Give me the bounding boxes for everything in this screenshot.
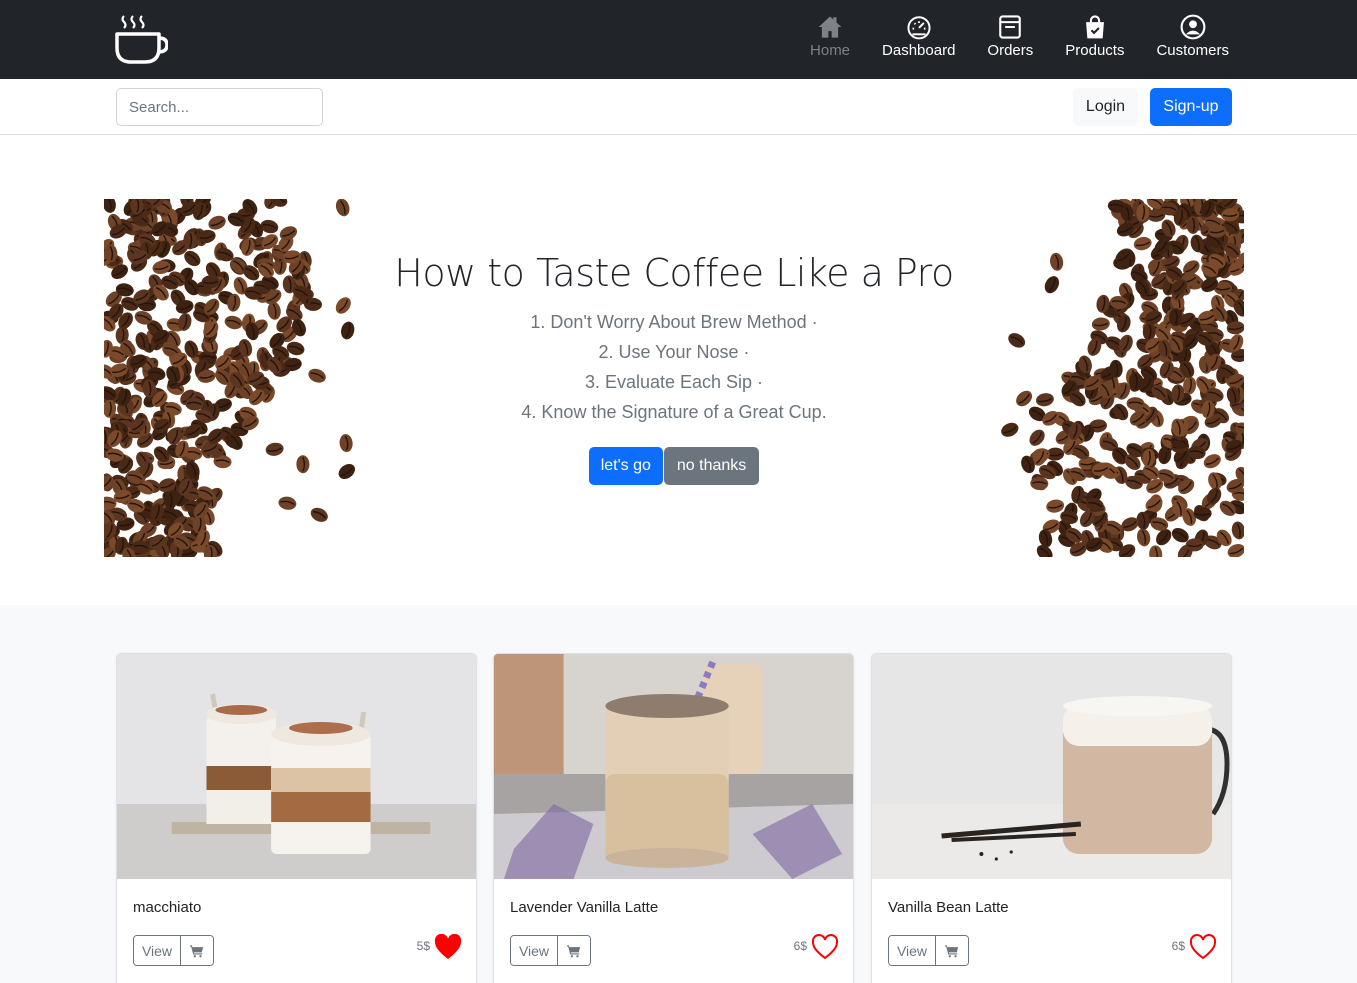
table-icon — [999, 15, 1022, 39]
add-to-cart-button[interactable] — [181, 936, 213, 965]
product-price: 6$ — [793, 939, 807, 953]
login-button[interactable]: Login — [1073, 88, 1138, 126]
nav-customers[interactable]: Customers — [1156, 14, 1229, 66]
product-card: macchiato View 5$ — [116, 653, 477, 983]
bag-check-icon — [1085, 15, 1104, 39]
product-name: Vanilla Bean Latte — [888, 899, 1009, 916]
heart-outline-icon[interactable] — [811, 934, 839, 960]
product-name: Lavender Vanilla Latte — [510, 899, 659, 916]
product-name: macchiato — [133, 899, 202, 916]
macchiato-image — [117, 654, 476, 879]
nav-customers-label: Customers — [1156, 42, 1229, 59]
cart-icon — [190, 944, 204, 957]
signup-button[interactable]: Sign-up — [1150, 88, 1232, 126]
product-actions: View — [888, 935, 969, 966]
product-price: 5$ — [416, 939, 430, 953]
nav-products[interactable]: Products — [1065, 14, 1124, 66]
person-circle-icon — [1180, 14, 1206, 40]
nav-links: Home Dashboard Orders Products Customers — [778, 14, 1229, 66]
no-thanks-button[interactable]: no thanks — [663, 447, 760, 485]
heart-outline-icon[interactable] — [1189, 934, 1217, 960]
nav-dashboard[interactable]: Dashboard — [882, 14, 955, 66]
view-button[interactable]: View — [889, 936, 936, 965]
nav-products-label: Products — [1065, 42, 1125, 59]
product-actions: View — [133, 935, 214, 966]
coffee-cup-icon[interactable] — [114, 12, 168, 66]
vanilla-bean-latte-image — [872, 654, 1231, 879]
nav-dashboard-label: Dashboard — [882, 42, 956, 59]
speedometer-icon — [907, 16, 931, 40]
add-to-cart-button[interactable] — [558, 936, 590, 965]
hero-step: 3. Evaluate Each Sip · — [584, 372, 764, 392]
product-price: 6$ — [1171, 939, 1185, 953]
hero-banner: How to Taste Coffee Like a Pro 1. Don't … — [104, 199, 1244, 557]
product-section: macchiato View 5$ Lavender Vanilla Latte — [0, 605, 1357, 983]
nav-orders[interactable]: Orders — [987, 14, 1033, 66]
top-navbar: Home Dashboard Orders Products Customers — [0, 0, 1357, 79]
product-card: Lavender Vanilla Latte View 6$ — [493, 653, 854, 983]
product-actions: View — [510, 935, 591, 966]
nav-orders-label: Orders — [987, 42, 1034, 59]
house-icon — [818, 16, 842, 38]
hero-step: 1. Don't Worry About Brew Method · — [530, 312, 818, 332]
hero-title: How to Taste Coffee Like a Pro — [394, 251, 954, 295]
heart-filled-icon[interactable] — [434, 934, 462, 960]
search-bar-row: Login Sign-up — [0, 79, 1357, 135]
hero-step: 2. Use Your Nose · — [598, 342, 750, 362]
product-card: Vanilla Bean Latte View 6$ — [871, 653, 1232, 983]
nav-home[interactable]: Home — [810, 14, 850, 66]
view-button[interactable]: View — [134, 936, 181, 965]
add-to-cart-button[interactable] — [936, 936, 968, 965]
lets-go-button[interactable]: let's go — [588, 447, 663, 485]
search-input[interactable] — [116, 88, 323, 126]
view-button[interactable]: View — [511, 936, 558, 965]
cart-icon — [945, 944, 959, 957]
hero-buttons: let's go no thanks — [104, 447, 1244, 485]
nav-home-label: Home — [810, 42, 851, 59]
cart-icon — [567, 944, 581, 957]
hero-steps: 1. Don't Worry About Brew Method · 2. Us… — [104, 307, 1244, 427]
hero-step: 4. Know the Signature of a Great Cup. — [521, 402, 827, 422]
lavender-vanilla-latte-image — [494, 654, 853, 879]
